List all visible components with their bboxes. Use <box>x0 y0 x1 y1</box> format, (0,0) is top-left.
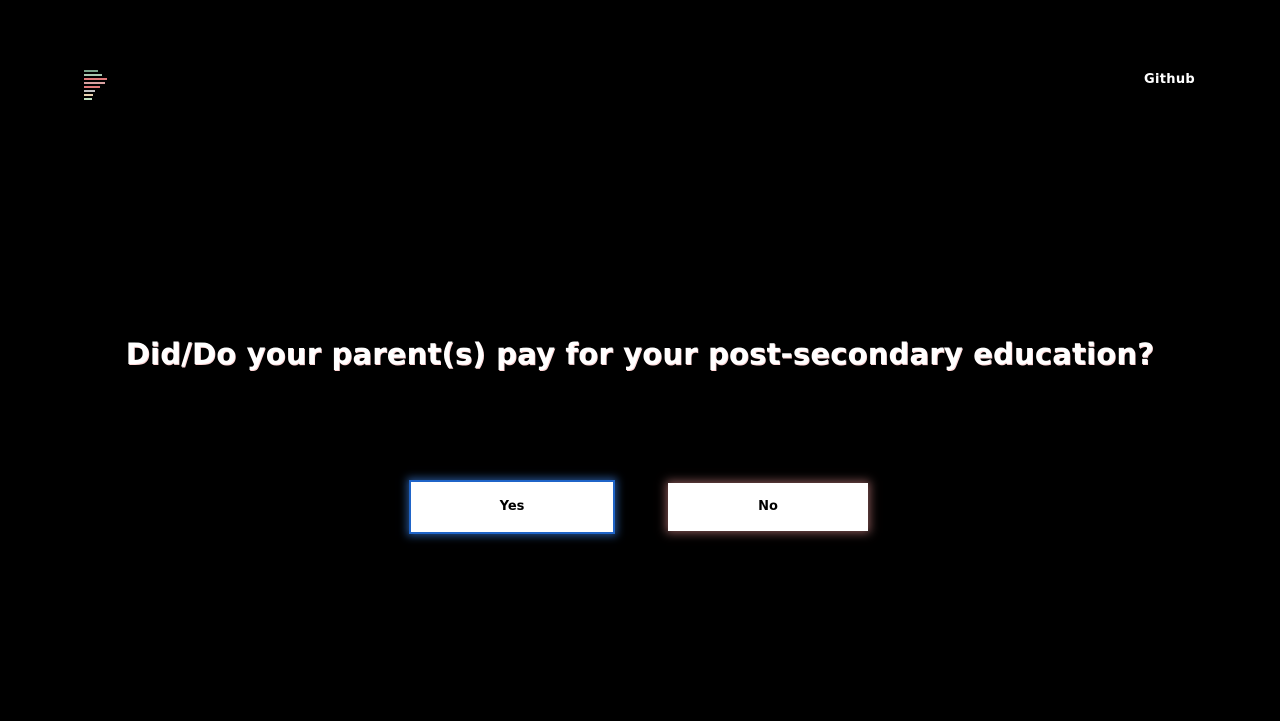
logo-bar <box>84 78 107 80</box>
logo-bar <box>84 70 98 72</box>
logo-bar <box>84 98 92 100</box>
logo-bar <box>84 90 95 92</box>
yes-button[interactable]: Yes <box>409 480 615 534</box>
question-heading: Did/Do your parent(s) pay for your post-… <box>125 337 1155 371</box>
logo-bar <box>84 94 93 96</box>
no-button[interactable]: No <box>668 483 868 531</box>
logo-icon[interactable] <box>84 70 108 102</box>
logo-bar <box>84 86 100 88</box>
logo-bar <box>84 82 105 84</box>
logo-bar <box>84 74 102 76</box>
github-link[interactable]: Github <box>1144 72 1195 88</box>
